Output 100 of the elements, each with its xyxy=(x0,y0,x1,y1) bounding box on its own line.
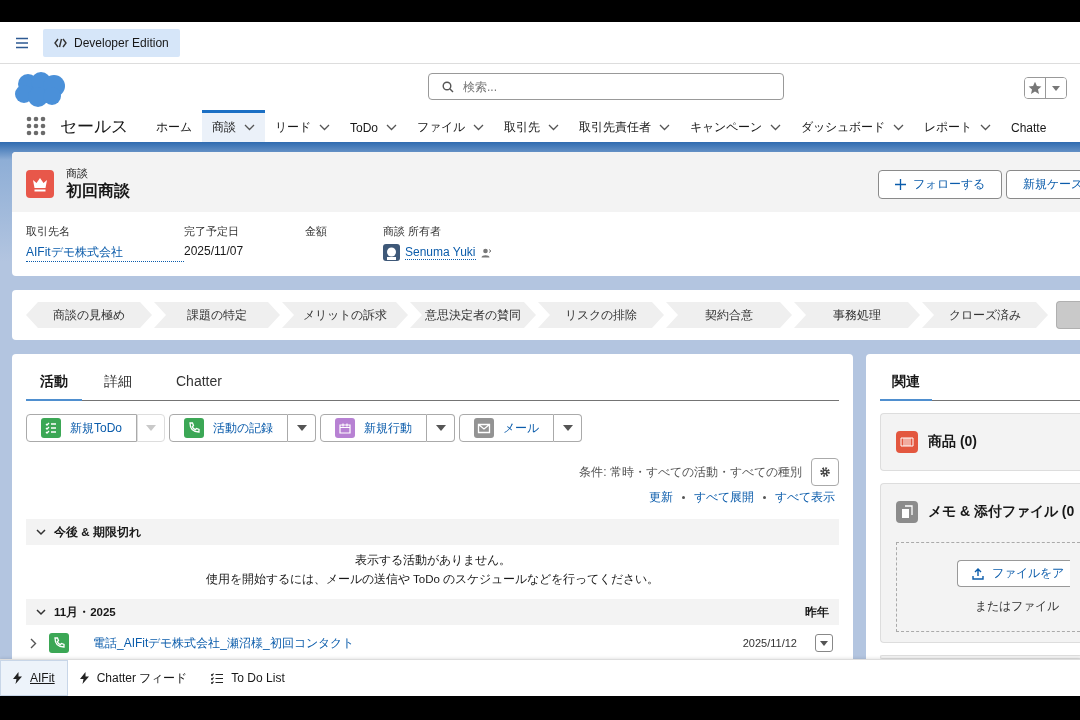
change-owner-icon[interactable] xyxy=(480,247,492,258)
related-tab[interactable]: 関連 xyxy=(880,370,932,401)
chevron-down-icon[interactable] xyxy=(473,124,484,131)
file-drop-zone[interactable]: ファイルをア またはファイル xyxy=(896,542,1080,632)
upload-icon xyxy=(972,567,984,580)
chevron-down-icon[interactable] xyxy=(386,124,397,131)
path-stage[interactable]: メリットの訴求 xyxy=(282,302,408,328)
owner-link[interactable]: Senuma Yuki xyxy=(405,245,476,260)
section-header[interactable]: 11月・2025 昨年 xyxy=(26,599,839,625)
account-link[interactable]: AIFitデモ株式会社 xyxy=(26,244,184,262)
activity-action-button[interactable]: 新規行動 xyxy=(320,414,427,442)
caret-icon xyxy=(435,425,446,431)
action-menu-button[interactable] xyxy=(554,414,582,442)
favorite-button[interactable] xyxy=(1025,78,1046,98)
nav-tab[interactable]: キャンペーン xyxy=(680,110,791,142)
nav-tab[interactable]: ファイル xyxy=(407,110,494,142)
related-list-title[interactable]: 商品 (0) xyxy=(928,433,977,451)
activity-link[interactable]: 更新 xyxy=(649,490,673,505)
envelope-icon xyxy=(474,418,494,438)
activity-action-button[interactable]: メール xyxy=(459,414,554,442)
code-icon xyxy=(54,37,67,48)
nav-tab[interactable]: Chatte xyxy=(1001,110,1057,142)
activity-link[interactable]: すべて展開 xyxy=(694,490,754,505)
settings-button[interactable] xyxy=(811,458,839,486)
chevron-down-icon[interactable] xyxy=(659,124,670,131)
field-label: 取引先名 xyxy=(26,224,71,239)
action-menu-button[interactable] xyxy=(288,414,316,442)
settings-icon xyxy=(819,466,831,478)
activity-link[interactable]: すべて表示 xyxy=(775,490,835,505)
section-title: 今後 & 期限切れ xyxy=(54,524,141,540)
activity-tab[interactable]: 活動 xyxy=(26,370,82,401)
chevron-down-icon[interactable] xyxy=(980,124,991,131)
lightning-icon xyxy=(79,672,89,684)
chevron-down-icon[interactable] xyxy=(893,124,904,131)
path-stage[interactable]: 商談の見極め xyxy=(26,302,152,328)
caret-icon xyxy=(562,425,573,431)
search-field[interactable]: 検索... xyxy=(428,73,784,100)
checklist-icon xyxy=(41,418,61,438)
activity-date: 2025/11/12 xyxy=(742,637,797,649)
path-stage[interactable]: 意思決定者の賛同 xyxy=(410,302,536,328)
activity-action-button[interactable]: 活動の記録 xyxy=(169,414,288,442)
chevron-down-icon[interactable] xyxy=(548,124,559,131)
chevron-right-icon[interactable] xyxy=(30,637,37,649)
utility-item[interactable]: AIFit xyxy=(0,660,68,696)
avatar-icon xyxy=(383,244,400,261)
app-launcher-icon[interactable] xyxy=(26,116,46,136)
nav-tab[interactable]: 取引先 xyxy=(494,110,569,142)
empty-message: 使用を開始するには、メールの送信や ToDo のスケジュールなどを行ってください。 xyxy=(205,572,660,587)
record-title: 初回商談 xyxy=(66,181,130,201)
path-stage[interactable]: クローズ済み xyxy=(922,302,1048,328)
caret-icon xyxy=(820,640,828,646)
field-label: 商談 所有者 xyxy=(383,224,443,239)
caret-icon xyxy=(296,425,307,431)
search-icon xyxy=(442,81,454,93)
edition-label: Developer Edition xyxy=(74,35,169,50)
menu-icon[interactable] xyxy=(15,36,29,49)
crown-icon xyxy=(26,170,54,198)
utility-item[interactable]: To Do List xyxy=(199,660,297,696)
plus-icon xyxy=(895,178,906,190)
filter-summary: 条件: 常時・すべての活動・すべての種別 xyxy=(579,463,802,481)
follow-button[interactable]: フォローする xyxy=(878,169,1002,199)
path-stage[interactable]: 課題の特定 xyxy=(154,302,280,328)
pages-icon xyxy=(896,501,918,523)
chevron-down-icon[interactable] xyxy=(244,124,255,131)
lightning-icon xyxy=(13,672,22,684)
section-header[interactable]: 今後 & 期限切れ xyxy=(26,519,839,545)
checklist-icon xyxy=(211,672,224,684)
activity-subject-link[interactable]: 電話_AIFitデモ株式会社_瀬沼様_初回コンタクト xyxy=(93,634,354,652)
field-label: 金額 xyxy=(305,224,328,239)
item-menu-button[interactable] xyxy=(815,634,833,652)
object-type: 商談 xyxy=(66,166,89,181)
barcode-icon xyxy=(896,431,918,453)
chevron-down-icon[interactable] xyxy=(770,124,781,131)
nav-tab[interactable]: ダッシュボード xyxy=(791,110,914,142)
activity-tab[interactable]: Chatter xyxy=(154,370,236,401)
upload-files-button[interactable]: ファイルをア xyxy=(957,560,1070,587)
phone-icon xyxy=(184,418,204,438)
utility-label: To Do List xyxy=(231,671,285,685)
nav-tab[interactable]: レポート xyxy=(914,110,1001,142)
drop-hint: またはファイル xyxy=(975,599,1059,614)
edition-badge[interactable]: Developer Edition xyxy=(43,28,180,57)
path-stage[interactable]: 契約合意 xyxy=(666,302,792,328)
cloud-logo-icon[interactable] xyxy=(14,72,66,108)
section-note: 昨年 xyxy=(805,604,829,620)
nav-tab[interactable]: 商談 xyxy=(202,110,265,142)
action-menu-button[interactable] xyxy=(427,414,455,442)
chevron-down-icon xyxy=(36,528,46,536)
nav-tab[interactable]: リード xyxy=(265,110,340,142)
nav-tab[interactable]: ホーム xyxy=(146,110,202,142)
nav-tab[interactable]: ToDo xyxy=(340,110,407,142)
activity-tab[interactable]: 詳細 xyxy=(82,370,154,401)
nav-tab[interactable]: 取引先責任者 xyxy=(569,110,680,142)
path-stage[interactable]: 事務処理 xyxy=(794,302,920,328)
app-name: セールス xyxy=(60,115,128,138)
path-stage[interactable]: リスクの排除 xyxy=(538,302,664,328)
chevron-down-icon[interactable] xyxy=(319,124,330,131)
caret-icon xyxy=(1052,85,1060,91)
related-list-title[interactable]: メモ & 添付ファイル (0 xyxy=(928,503,1075,521)
field-label: 完了予定日 xyxy=(184,224,240,239)
utility-item[interactable]: Chatter フィード xyxy=(67,660,200,696)
